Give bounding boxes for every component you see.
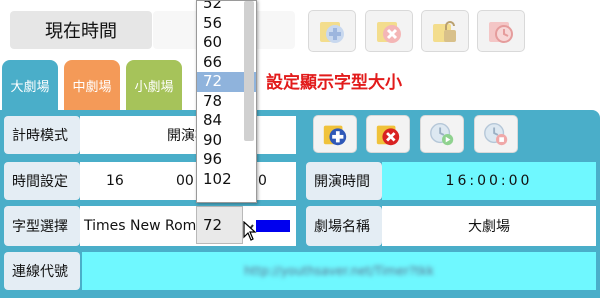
stop-icon — [484, 123, 508, 146]
mouse-cursor-icon — [243, 220, 257, 245]
font-size-selected: 72 — [203, 216, 223, 234]
unlock-icon — [433, 21, 456, 42]
play-icon — [430, 123, 454, 146]
add-icon — [320, 22, 344, 43]
add-icon — [323, 125, 347, 146]
connection-code-label: 連線代號 — [4, 252, 80, 290]
time-set-label: 時間設定 — [4, 162, 80, 200]
hour-input[interactable]: 16 — [106, 173, 124, 189]
time-set-fields: 16 00 0 — [80, 162, 296, 200]
current-time-label: 現在時間 — [10, 11, 152, 49]
option-96[interactable]: 96 — [197, 150, 256, 170]
start-time-value: 16:00:00 — [382, 162, 596, 200]
connection-code-value: http://youthsaver.net/Timer?tkk — [244, 264, 434, 278]
font-size-select[interactable]: 72 — [196, 206, 243, 244]
add-timer-button[interactable] — [308, 10, 356, 52]
tab-medium-theater[interactable]: 中劇場 — [64, 60, 120, 110]
font-select-label: 字型選擇 — [4, 206, 80, 246]
timer-mode-label: 計時模式 — [4, 116, 80, 154]
theater-name-label: 劇場名稱 — [306, 206, 382, 246]
reset-button[interactable] — [477, 10, 525, 52]
option-102[interactable]: 102 — [197, 170, 256, 190]
tab-large-theater[interactable]: 大劇場 — [2, 60, 58, 110]
page-heading: 設定顯示字型大小 — [266, 73, 402, 93]
theater-name-value: 大劇場 — [382, 206, 596, 246]
delete-icon — [377, 22, 401, 43]
second-input[interactable]: 0 — [258, 173, 267, 189]
connection-code-field[interactable]: http://youthsaver.net/Timer?tkk — [82, 252, 596, 290]
dropdown-scrollbar[interactable] — [244, 1, 254, 141]
delete-icon — [376, 125, 400, 146]
delete-timer-button[interactable] — [365, 10, 413, 52]
color-swatch[interactable] — [256, 220, 290, 232]
font-size-dropdown-list[interactable]: 52 56 60 66 72 78 84 90 96 102 — [196, 0, 257, 203]
minute-input[interactable]: 00 — [176, 173, 194, 189]
add-button[interactable] — [313, 115, 357, 153]
tab-small-theater[interactable]: 小劇場 — [126, 60, 182, 110]
font-family-select[interactable]: Times New Rom — [80, 206, 296, 246]
reset-icon — [489, 22, 513, 43]
unlock-button[interactable] — [421, 10, 469, 52]
stop-button[interactable] — [474, 115, 518, 153]
timer-mode-select[interactable]: 開演模 — [80, 116, 296, 154]
font-family-value: Times New Rom — [84, 218, 197, 234]
start-time-label: 開演時間 — [306, 162, 382, 200]
play-button[interactable] — [420, 115, 464, 153]
delete-button[interactable] — [366, 115, 410, 153]
